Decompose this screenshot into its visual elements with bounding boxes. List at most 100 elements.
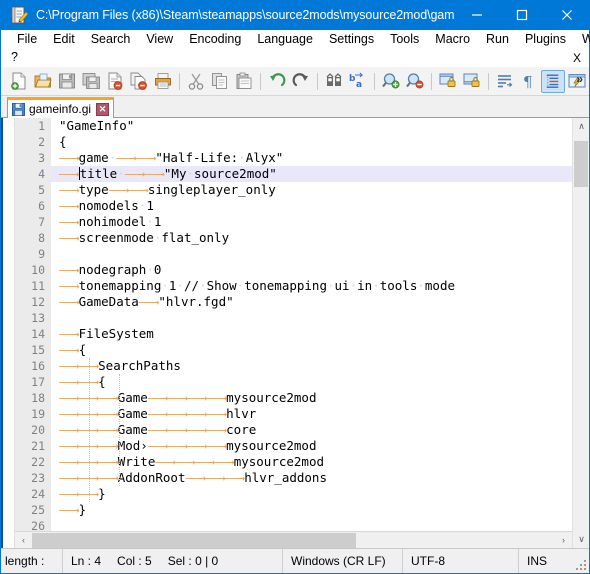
close-document-button[interactable]: X bbox=[573, 51, 581, 65]
window-title: C:\Program Files (x86)\Steam\steamapps\s… bbox=[36, 8, 454, 22]
close-button[interactable] bbox=[544, 0, 589, 30]
toolbar-overflow-button[interactable]: » bbox=[576, 72, 583, 86]
vscroll-down-arrow[interactable]: ∨ bbox=[573, 531, 589, 548]
code-line[interactable]: 3 ——→game·——→——→"Half-Life:·Alyx" bbox=[15, 150, 572, 166]
menu-encoding[interactable]: Encoding bbox=[181, 30, 249, 49]
code-line[interactable]: 26 bbox=[15, 518, 572, 531]
menu-run[interactable]: Run bbox=[478, 30, 517, 49]
paste-icon[interactable] bbox=[232, 70, 256, 93]
word-wrap-icon[interactable] bbox=[493, 70, 517, 93]
code-line[interactable]: 24 ——→——→} bbox=[15, 486, 572, 502]
code-text-area[interactable]: 1 "GameInfo" 2{3 ——→game·——→——→"Half-Life:·… bbox=[15, 118, 572, 531]
save-icon[interactable] bbox=[55, 70, 79, 93]
hscroll-right-arrow[interactable]: › bbox=[555, 532, 572, 549]
zoom-out-icon[interactable] bbox=[403, 70, 427, 93]
code-line-text: ——→——→{ bbox=[59, 374, 106, 389]
show-indent-guide-icon[interactable] bbox=[541, 69, 565, 93]
status-encoding[interactable]: UTF-8 bbox=[403, 549, 519, 573]
undo-icon[interactable] bbox=[265, 70, 289, 93]
svg-text:a: a bbox=[356, 80, 362, 90]
code-line[interactable]: 23 ——→——→——→AddonRoot——→——→——→hlvr_addons bbox=[15, 470, 572, 486]
replace-icon[interactable]: b a bbox=[346, 70, 370, 93]
print-icon[interactable] bbox=[151, 70, 175, 93]
minimize-button[interactable] bbox=[454, 0, 499, 30]
menu-file[interactable]: File bbox=[9, 30, 45, 49]
code-line[interactable]: 18 ——→——→——→Game——→——→——→——→mysource2mod bbox=[15, 390, 572, 406]
tab-close-icon[interactable]: ✕ bbox=[96, 102, 110, 116]
close-all-files-icon[interactable] bbox=[127, 70, 151, 93]
hscroll-thumb[interactable] bbox=[32, 532, 357, 548]
tab-gameinfo-gi[interactable]: gameinfo.gi ✕ bbox=[7, 97, 115, 118]
code-line[interactable]: 13 bbox=[15, 310, 572, 326]
menu-settings[interactable]: Settings bbox=[321, 30, 382, 49]
sync-vertical-scroll-icon[interactable] bbox=[436, 70, 460, 93]
bookmark-margin[interactable] bbox=[3, 118, 15, 548]
find-icon[interactable] bbox=[322, 70, 346, 93]
code-line-text: ——→——→SearchPaths bbox=[59, 358, 181, 373]
code-line[interactable]: 19 ——→——→——→Game——→——→——→——→hlvr bbox=[15, 406, 572, 422]
save-all-icon[interactable] bbox=[79, 70, 103, 93]
tab-bar: gameinfo.gi ✕ bbox=[1, 96, 589, 118]
svg-text:¶: ¶ bbox=[523, 73, 533, 90]
code-line-text: ——→nodegraph·0 bbox=[59, 262, 162, 277]
sync-horizontal-scroll-icon[interactable] bbox=[460, 70, 484, 93]
code-line[interactable]: 20 ——→——→——→Game——→——→——→——→core bbox=[15, 422, 572, 438]
hscroll-track[interactable] bbox=[32, 532, 555, 549]
tab-label: gameinfo.gi bbox=[29, 102, 92, 116]
status-eol-format[interactable]: Windows (CR LF) bbox=[283, 549, 403, 573]
maximize-button[interactable] bbox=[499, 0, 544, 30]
code-line-text: ——→tonemapping·1·//·Show·tonemapping·ui·… bbox=[59, 278, 455, 293]
vscroll-thumb[interactable] bbox=[574, 141, 588, 187]
line-number: 9 bbox=[15, 246, 51, 262]
code-line[interactable]: 4 ——→title·——→——→"My·source2mod" bbox=[15, 166, 572, 182]
code-line[interactable]: 15 ——→{ bbox=[15, 342, 572, 358]
code-line[interactable]: 25 ——→} bbox=[15, 502, 572, 518]
open-file-icon[interactable] bbox=[31, 70, 55, 93]
code-line[interactable]: 12 ——→GameData——→"hlvr.fgd" bbox=[15, 294, 572, 310]
editor-main: 1 "GameInfo" 2{3 ——→game·——→——→"Half-Life:·… bbox=[15, 118, 572, 548]
code-line[interactable]: 17 ——→——→{ bbox=[15, 374, 572, 390]
vscroll-up-arrow[interactable]: ∧ bbox=[573, 118, 589, 135]
code-line[interactable]: 10 ——→nodegraph·0 bbox=[15, 262, 572, 278]
zoom-in-icon[interactable] bbox=[379, 70, 403, 93]
status-insert-mode[interactable]: INS bbox=[519, 549, 565, 573]
cut-icon[interactable] bbox=[184, 70, 208, 93]
code-line[interactable]: 21 ——→——→——→Mod›——→——→——→——→mysource2mod bbox=[15, 438, 572, 454]
code-line[interactable]: 22 ——→——→——→Write——→——→——→——→mysource2mod bbox=[15, 454, 572, 470]
code-line[interactable]: 14 ——→FileSystem bbox=[15, 326, 572, 342]
code-line[interactable]: 5 ——→type——→——→singleplayer_only bbox=[15, 182, 572, 198]
menu-macro[interactable]: Macro bbox=[427, 30, 478, 49]
code-line-text: ——→——→} bbox=[59, 486, 106, 501]
menu-search[interactable]: Search bbox=[83, 30, 139, 49]
line-number: 2 bbox=[15, 134, 51, 150]
menu-help[interactable]: ? bbox=[9, 48, 26, 67]
vscroll-track[interactable] bbox=[573, 135, 589, 531]
code-line[interactable]: 16 ——→——→SearchPaths bbox=[15, 358, 572, 374]
new-file-icon[interactable] bbox=[7, 70, 31, 93]
redo-icon[interactable] bbox=[289, 70, 313, 93]
menu-edit[interactable]: Edit bbox=[45, 30, 83, 49]
menu-plugins[interactable]: Plugins bbox=[517, 30, 574, 49]
code-line[interactable]: 6 ——→nomodels·1 bbox=[15, 198, 572, 214]
line-number: 11 bbox=[15, 278, 51, 294]
menu-window[interactable]: Window bbox=[574, 30, 590, 49]
horizontal-scrollbar[interactable]: ‹ › bbox=[15, 531, 572, 548]
menu-language[interactable]: Language bbox=[249, 30, 321, 49]
code-line[interactable]: 2{ bbox=[15, 134, 572, 150]
menu-tools[interactable]: Tools bbox=[382, 30, 427, 49]
show-all-characters-icon[interactable]: ¶ bbox=[517, 70, 541, 93]
code-line[interactable]: 11 ——→tonemapping·1·//·Show·tonemapping·u… bbox=[15, 278, 572, 294]
code-line[interactable]: 8 ——→screenmode·flat_only bbox=[15, 230, 572, 246]
code-line[interactable]: 1 "GameInfo" bbox=[15, 118, 572, 134]
code-line-text: ——→type——→——→singleplayer_only bbox=[59, 182, 276, 197]
code-line[interactable]: 7 ——→nohimodel·1 bbox=[15, 214, 572, 230]
hscroll-left-arrow[interactable]: ‹ bbox=[15, 532, 32, 549]
close-file-icon[interactable] bbox=[103, 70, 127, 93]
code-line-text: ——→——→——→Game——→——→——→——→hlvr bbox=[59, 406, 257, 421]
code-line[interactable]: 9 bbox=[15, 246, 572, 262]
menu-view[interactable]: View bbox=[138, 30, 181, 49]
copy-icon[interactable] bbox=[208, 70, 232, 93]
vertical-scrollbar[interactable]: ∧ ∨ bbox=[572, 118, 589, 548]
resize-grip-icon[interactable] bbox=[575, 559, 586, 570]
code-line-text: ——→nomodels·1 bbox=[59, 198, 154, 213]
